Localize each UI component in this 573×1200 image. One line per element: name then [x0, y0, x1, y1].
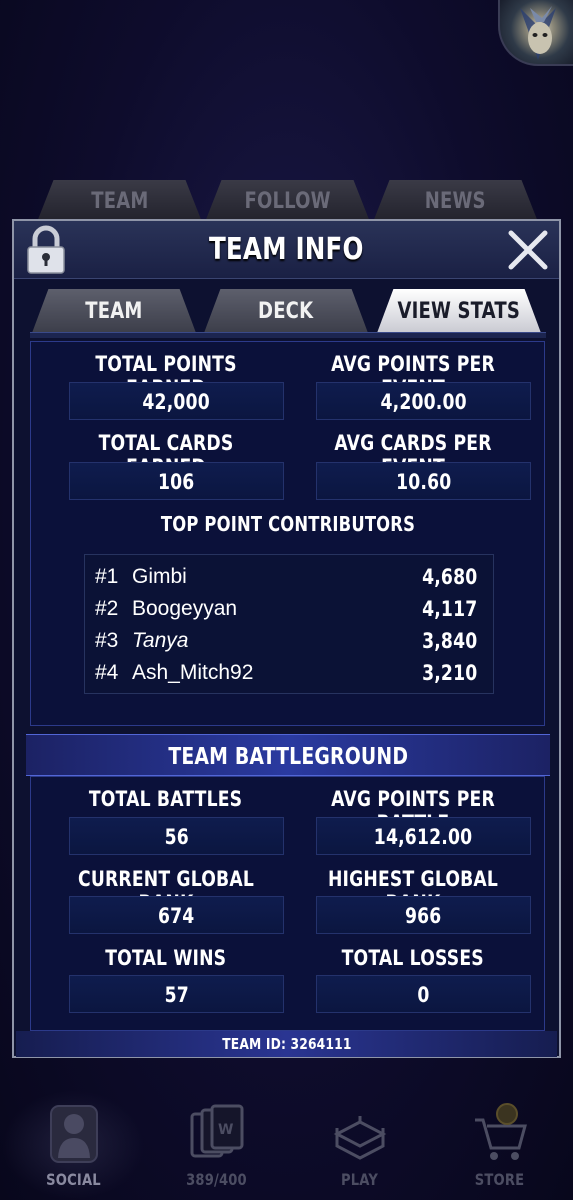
battleground-header: TEAM BATTLEGROUND	[26, 734, 550, 776]
tab-underline	[30, 332, 546, 338]
background-tab-news[interactable]: NEWS	[373, 180, 538, 222]
avg-points-per-event-value: 4,200.00	[316, 382, 531, 420]
total-points-earned-value: 42,000	[69, 382, 284, 420]
top-contributors-list: #1 Gimbi 4,680 #2 Boogeyyan 4,117 #3 Tan…	[84, 554, 494, 694]
total-wins-value: 57	[69, 975, 284, 1013]
social-icon	[50, 1105, 98, 1163]
contributor-points: 4,117	[421, 597, 477, 621]
current-global-rank-value: 674	[69, 896, 284, 934]
tab-view-stats[interactable]: VIEW STATS	[377, 289, 541, 333]
lock-icon	[27, 225, 65, 274]
highest-global-rank-value: 966	[316, 896, 531, 934]
nav-social[interactable]: SOCIAL	[2, 1090, 145, 1200]
avg-points-per-battle-value: 14,612.00	[316, 817, 531, 855]
nav-social-label: SOCIAL	[46, 1170, 101, 1189]
contributor-rank: #3	[95, 629, 119, 652]
list-item[interactable]: #2 Boogeyyan 4,117	[85, 593, 493, 625]
panel-header: TEAM INFO	[14, 221, 559, 279]
background-tab-bar: TEAM FOLLOW NEWS	[37, 180, 547, 222]
list-item[interactable]: #3 Tanya 3,840	[85, 625, 493, 657]
avatar-portrait-icon	[520, 6, 556, 60]
battleground-stats-section: TOTAL BATTLES 56 AVG POINTS PER BATTLE 1…	[30, 776, 545, 1031]
ring-icon	[333, 1116, 387, 1160]
contributor-name: Gimbi	[132, 565, 187, 588]
total-battles-label: TOTAL BATTLES	[89, 787, 243, 811]
cards-icon: W	[190, 1104, 244, 1158]
contributor-name: Boogeyyan	[132, 597, 238, 620]
cart-icon	[475, 1103, 527, 1160]
nav-cards-label: 389/400	[186, 1170, 247, 1189]
total-wins-label: TOTAL WINS	[105, 946, 227, 970]
tab-deck[interactable]: DECK	[204, 289, 368, 333]
contributor-rank: #1	[95, 565, 119, 588]
nav-store-label: STORE	[474, 1170, 525, 1189]
contributor-points: 3,210	[421, 661, 477, 685]
total-battles-value: 56	[69, 817, 284, 855]
nav-play[interactable]: PLAY	[288, 1090, 431, 1200]
nav-play-label: PLAY	[340, 1170, 379, 1189]
avg-cards-per-event-value: 10.60	[316, 462, 531, 500]
svg-text:W: W	[218, 1122, 233, 1138]
contributor-points: 3,840	[421, 629, 477, 653]
nav-cards[interactable]: W 389/400	[145, 1090, 288, 1200]
contributor-points: 4,680	[421, 565, 477, 589]
contributor-rank: #2	[95, 597, 119, 620]
team-id: TEAM ID: 3264111	[16, 1031, 557, 1057]
top-contributors-title: TOP POINT CONTRIBUTORS	[160, 512, 415, 536]
list-item[interactable]: #4 Ash_Mitch92 3,210	[85, 657, 493, 689]
panel-tabs: TEAM DECK VIEW STATS	[32, 289, 544, 333]
total-losses-label: TOTAL LOSSES	[341, 946, 485, 970]
event-stats-section: TOTAL POINTS EARNED 42,000 AVG POINTS PE…	[30, 341, 545, 726]
contributor-name: Tanya	[132, 629, 189, 652]
contributor-rank: #4	[95, 661, 119, 684]
tab-team[interactable]: TEAM	[32, 289, 196, 333]
total-losses-value: 0	[316, 975, 531, 1013]
total-cards-earned-value: 106	[69, 462, 284, 500]
bottom-navigation: SOCIAL W 389/400 PLAY STORE	[0, 1090, 573, 1200]
team-info-panel: TEAM INFO TEAM DECK VIEW STATS TOTAL POI…	[12, 219, 561, 1058]
contributor-name: Ash_Mitch92	[132, 661, 254, 684]
close-icon[interactable]	[505, 227, 551, 273]
nav-store[interactable]: STORE	[428, 1090, 571, 1200]
background-tab-follow[interactable]: FOLLOW	[205, 180, 370, 222]
background-tab-team[interactable]: TEAM	[37, 180, 202, 222]
page-title: TEAM INFO	[209, 232, 364, 267]
profile-avatar[interactable]	[498, 0, 573, 66]
list-item[interactable]: #1 Gimbi 4,680	[85, 561, 493, 593]
